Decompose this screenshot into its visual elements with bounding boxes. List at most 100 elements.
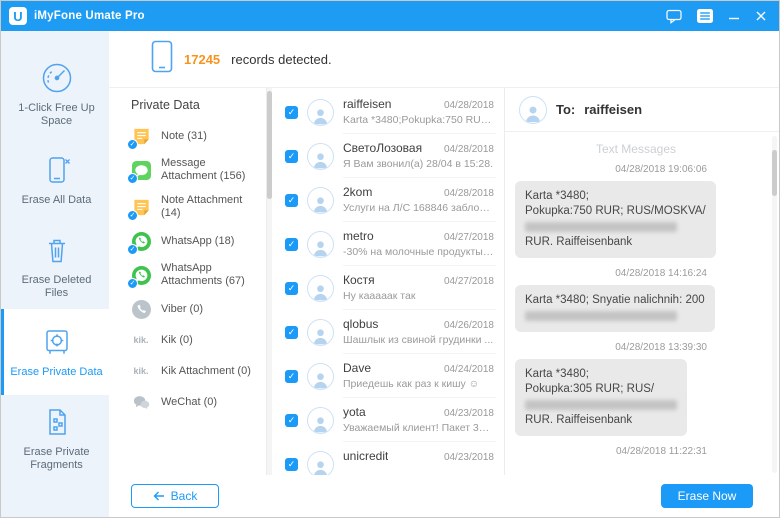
- avatar: [307, 274, 334, 302]
- sidebar-item-erase-private-fragments[interactable]: Erase Private Fragments: [1, 395, 109, 481]
- conversation-scrollbar[interactable]: [267, 88, 272, 475]
- minimize-button[interactable]: [728, 8, 740, 24]
- menu-icon[interactable]: [697, 8, 713, 24]
- message-text-line: Karta *3480;: [525, 190, 589, 202]
- message-text-line: RUR. Raiffeisenbank: [525, 414, 633, 426]
- row-checkbox[interactable]: ✓: [285, 281, 298, 295]
- check-badge: ✓: [127, 244, 138, 255]
- back-arrow-icon: [153, 491, 164, 501]
- private-data-item[interactable]: WeChat (0): [131, 392, 258, 412]
- redacted-text: [525, 311, 677, 321]
- private-data-item-label: WhatsApp Attachments (67): [161, 262, 245, 287]
- detail-body: Text Messages 04/28/2018 19:06:06 Karta …: [505, 132, 779, 475]
- phone-icon: [151, 40, 173, 78]
- row-checkbox[interactable]: ✓: [285, 457, 298, 471]
- conversation-row[interactable]: ✓ Костя 04/27/2018 Ну кааааак так: [277, 266, 504, 310]
- text-messages-label: Text Messages: [595, 142, 677, 156]
- private-data-item-label: Kik (0): [161, 333, 193, 346]
- message-preview: -30% на молочные продукты ...: [343, 246, 494, 258]
- sender-name: unicredit: [343, 449, 389, 463]
- private-data-item-label: Viber (0): [161, 302, 203, 315]
- private-data-item[interactable]: kik. Kik Attachment (0): [131, 361, 258, 381]
- check-badge: ✓: [127, 210, 138, 221]
- message-date: 04/28/2018: [443, 188, 494, 199]
- message-date: 04/23/2018: [443, 452, 494, 463]
- sidebar-item-erase-private-data[interactable]: Erase Private Data: [1, 309, 109, 395]
- private-data-item-label: Kik Attachment (0): [161, 364, 251, 377]
- private-data-item[interactable]: ✓ WhatsApp Attachments (67): [127, 262, 258, 289]
- sidebar-item-label: Erase All Data: [21, 194, 92, 206]
- private-data-title: Private Data: [131, 98, 200, 112]
- conversation-row[interactable]: ✓ qlobus 04/26/2018 Шашлык из свиной гру…: [277, 310, 504, 354]
- feedback-chat-icon[interactable]: [666, 8, 682, 24]
- message-bubble: Karta *3480; Pokupka:750 RUR; RUS/MOSKVA/…: [515, 181, 716, 258]
- sidebar-item-erase-all-data[interactable]: Erase All Data: [1, 137, 109, 223]
- message-bubble-group: 04/28/2018 13:39:30 Karta *3480; Pokupka:…: [515, 342, 757, 436]
- avatar: [307, 450, 334, 475]
- close-button[interactable]: [755, 8, 767, 24]
- message-bubble: Karta *3480; Pokupka:305 RUR; RUS/RUR. Ra…: [515, 359, 687, 436]
- row-checkbox[interactable]: ✓: [285, 193, 298, 207]
- records-header: 17245 records detected.: [109, 31, 779, 87]
- message-text-line: Karta *3480;: [525, 368, 589, 380]
- detail-header: To: raiffeisen: [505, 88, 779, 132]
- private-data-item[interactable]: ✓ WhatsApp (18): [127, 231, 258, 255]
- conversation-row[interactable]: ✓ metro 04/27/2018 -30% на молочные прод…: [277, 222, 504, 266]
- private-data-item[interactable]: kik. Kik (0): [131, 330, 258, 350]
- private-data-item[interactable]: ✓ Note (31): [127, 126, 258, 150]
- records-count: 17245: [184, 51, 221, 67]
- message-timestamp: 04/28/2018 11:22:31: [615, 446, 707, 457]
- scrollbar-thumb[interactable]: [772, 150, 777, 196]
- message-bubble-group: 04/28/2018 19:06:06 Karta *3480; Pokupka:…: [515, 164, 757, 258]
- row-checkbox[interactable]: ✓: [285, 369, 298, 383]
- sender-name: 2kom: [343, 185, 373, 199]
- conversation-row[interactable]: ✓ raiffeisen 04/28/2018 Karta *3480;Poku…: [277, 90, 504, 134]
- row-checkbox[interactable]: ✓: [285, 105, 298, 119]
- erase-now-button[interactable]: Erase Now: [661, 484, 753, 508]
- message-date: 04/26/2018: [443, 320, 494, 331]
- row-checkbox[interactable]: ✓: [285, 237, 298, 251]
- to-label: To:: [556, 102, 576, 117]
- message-date: 04/28/2018: [443, 144, 494, 155]
- private-data-item-label: WeChat (0): [161, 395, 218, 408]
- sidebar-item-label: Erase Private Fragments: [23, 445, 90, 471]
- private-data-item[interactable]: Viber (0): [131, 299, 258, 319]
- message-text-line: Pokupka:750 RUR; RUS/MOSKVA/: [525, 205, 706, 217]
- sidebar-item-free-up-space[interactable]: 1-Click Free Up Space: [1, 51, 109, 137]
- private-data-item-label: Note Attachment (14): [161, 194, 243, 219]
- message-preview: Karta *3480;Pokupka:750 RUR; R...: [343, 114, 494, 126]
- viber-icon: [131, 299, 151, 319]
- conversation-row[interactable]: ✓ unicredit 04/23/2018: [277, 442, 504, 475]
- private-data-item[interactable]: ✓ Note Attachment (14): [127, 194, 258, 221]
- sender-name: qlobus: [343, 317, 379, 331]
- message-text-line: RUR. Raiffeisenbank: [525, 236, 633, 248]
- message-preview: Услуги на Л/С 168846 заблоки...: [343, 202, 494, 214]
- message-date: 04/28/2018: [443, 100, 494, 111]
- message-preview: Приедешь как раз к кишу ☺: [343, 378, 480, 390]
- phone-erase-icon: [40, 153, 74, 187]
- sidebar: 1-Click Free Up Space Erase All Data Era…: [1, 31, 109, 517]
- fragments-icon: [40, 405, 74, 439]
- sidebar-item-erase-deleted-files[interactable]: Erase Deleted Files: [1, 223, 109, 309]
- conversation-row[interactable]: ✓ Dave 04/24/2018 Приедешь как раз к киш…: [277, 354, 504, 398]
- sidebar-item-label: Erase Private Data: [10, 366, 103, 378]
- detail-scrollbar[interactable]: [772, 136, 777, 473]
- scrollbar-thumb[interactable]: [267, 91, 272, 199]
- gauge-icon: [40, 61, 74, 95]
- avatar: [307, 142, 334, 170]
- message-timestamp: 04/28/2018 14:16:24: [615, 268, 707, 279]
- row-checkbox[interactable]: ✓: [285, 325, 298, 339]
- row-checkbox[interactable]: ✓: [285, 413, 298, 427]
- private-data-item[interactable]: ✓ Message Attachment (156): [127, 157, 258, 184]
- back-button[interactable]: Back: [131, 484, 219, 508]
- sender-name: Dave: [343, 361, 372, 375]
- message-date: 04/24/2018: [443, 364, 494, 375]
- conversation-row[interactable]: ✓ 2kom 04/28/2018 Услуги на Л/С 168846 з…: [277, 178, 504, 222]
- conversation-row[interactable]: ✓ yota 04/23/2018 Уважаемый клиент! Паке…: [277, 398, 504, 442]
- row-checkbox[interactable]: ✓: [285, 149, 298, 163]
- check-badge: ✓: [127, 173, 138, 184]
- sender-name: raiffeisen: [343, 97, 392, 111]
- conversation-row[interactable]: ✓ СветоЛозовая 04/28/2018 Я Вам звонил(а…: [277, 134, 504, 178]
- private-data-item-label: Message Attachment (156): [161, 157, 246, 182]
- private-data-item-label: Note (31): [161, 129, 207, 142]
